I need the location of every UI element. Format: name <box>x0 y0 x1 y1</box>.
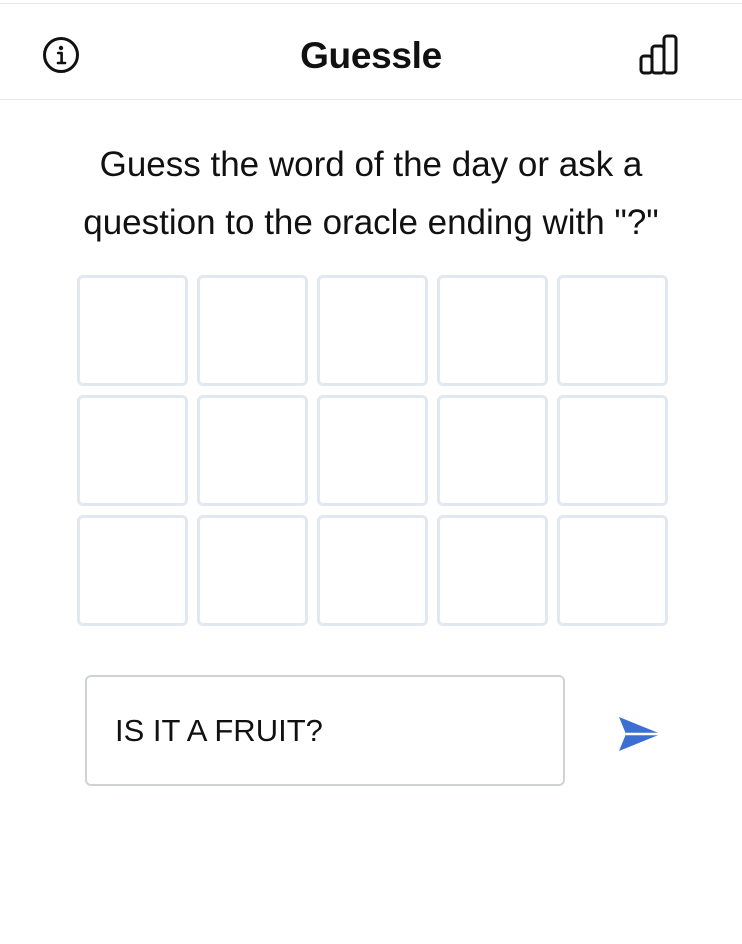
grid-cell <box>317 395 428 506</box>
grid-cell <box>557 395 668 506</box>
instructions-text: Guess the word of the day or ask a quest… <box>83 145 659 242</box>
app-root: Guessle Guess the word of the day or ask… <box>0 0 742 944</box>
bar-chart-icon <box>639 34 678 75</box>
grid-cell <box>77 395 188 506</box>
grid-cell <box>317 515 428 626</box>
header-bar: Guessle <box>0 4 742 100</box>
guess-grid <box>77 275 669 626</box>
guess-input[interactable] <box>85 675 565 786</box>
page-title: Guessle <box>300 35 442 76</box>
grid-cell <box>197 395 308 506</box>
grid-cell <box>77 515 188 626</box>
grid-cell <box>557 515 668 626</box>
grid-cell <box>557 275 668 386</box>
grid-cell <box>197 515 308 626</box>
grid-cell <box>197 275 308 386</box>
grid-cell <box>77 275 188 386</box>
grid-cell <box>437 275 548 386</box>
grid-cell <box>317 275 428 386</box>
grid-cell <box>437 515 548 626</box>
grid-cell <box>437 395 548 506</box>
send-icon <box>619 717 661 751</box>
send-button[interactable] <box>610 704 670 764</box>
statistics-button[interactable] <box>638 32 680 76</box>
